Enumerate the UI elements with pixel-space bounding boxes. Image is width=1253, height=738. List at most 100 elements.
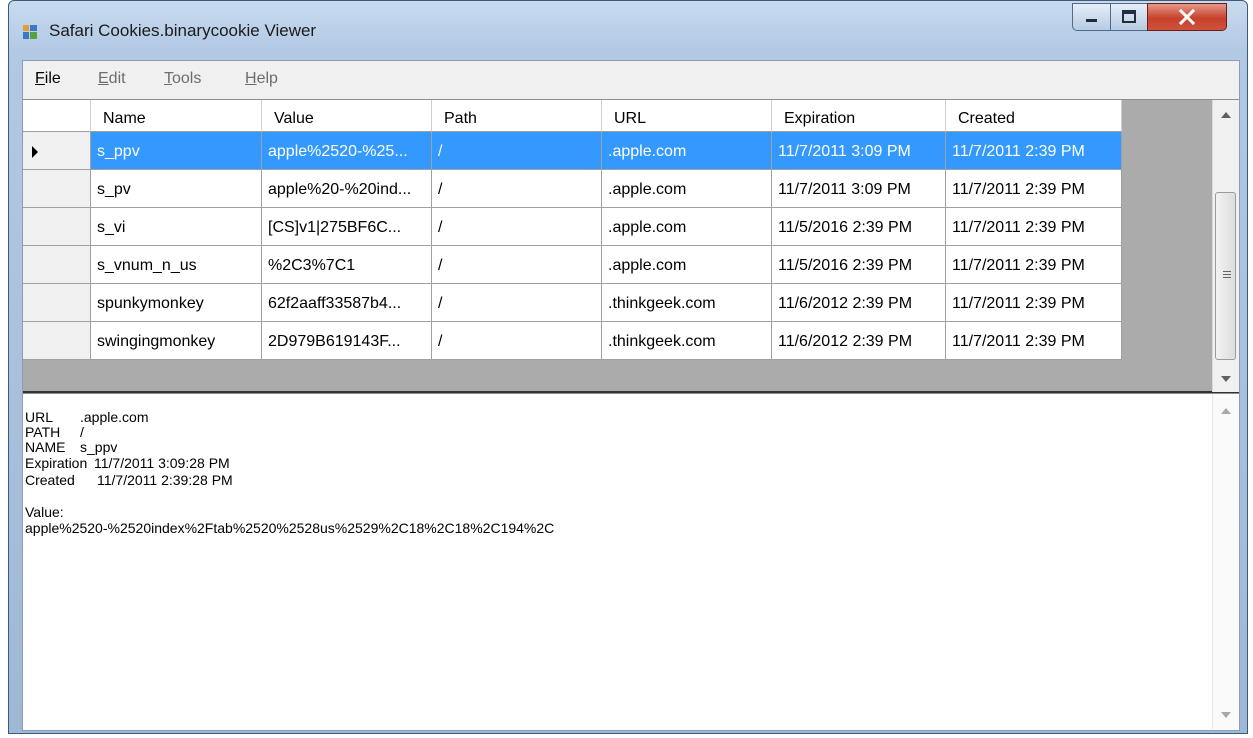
client-area: File Edit Tools Help Name Value Path URL… <box>22 60 1240 731</box>
maximize-button[interactable] <box>1110 3 1148 31</box>
close-button[interactable] <box>1147 3 1227 31</box>
row-selector[interactable] <box>23 246 91 284</box>
menu-file-mnemonic: F <box>35 70 45 87</box>
cell-value[interactable]: 2D979B619143F... <box>262 322 432 360</box>
scroll-down-icon[interactable] <box>1221 712 1231 718</box>
table-row[interactable]: swingingmonkey 2D979B619143F... / .think… <box>23 322 1122 360</box>
cell-expiration[interactable]: 11/5/2016 2:39 PM <box>772 246 946 284</box>
cell-name[interactable]: swingingmonkey <box>91 322 262 360</box>
detail-value-text: apple%2520-%2520index%2Ftab%2520%2528us%… <box>25 520 555 536</box>
scroll-down-icon[interactable] <box>1221 376 1231 382</box>
column-header-expiration[interactable]: Expiration <box>772 100 946 132</box>
cell-value[interactable]: %2C3%7C1 <box>262 246 432 284</box>
title-bar[interactable]: Safari Cookies.binarycookie Viewer <box>9 1 1247 57</box>
row-selector-arrow-icon <box>32 146 38 158</box>
table-row[interactable]: s_pv apple%20-%20ind... / .apple.com 11/… <box>23 170 1122 208</box>
cell-name[interactable]: s_vnum_n_us <box>91 246 262 284</box>
cookie-detail-text[interactable]: URL .apple.com PATH / NAME s_ppv Expirat… <box>23 393 1239 730</box>
detail-expiration-value: 11/7/2011 3:09:28 PM <box>94 455 230 471</box>
detail-vertical-scrollbar[interactable] <box>1212 394 1239 729</box>
row-selector[interactable] <box>23 132 91 170</box>
cell-created[interactable]: 11/7/2011 2:39 PM <box>946 170 1122 208</box>
column-header-value[interactable]: Value <box>262 100 432 132</box>
cell-expiration[interactable]: 11/6/2012 2:39 PM <box>772 322 946 360</box>
menu-tools-label: ools <box>172 70 202 87</box>
menu-help-mnemonic: H <box>245 70 257 87</box>
cell-value[interactable]: apple%2520-%25... <box>262 132 432 170</box>
scroll-up-icon[interactable] <box>1221 112 1231 118</box>
app-window: Safari Cookies.binarycookie Viewer File … <box>8 0 1248 734</box>
menu-tools[interactable]: Tools <box>164 70 201 88</box>
row-selector[interactable] <box>23 322 91 360</box>
cell-expiration[interactable]: 11/6/2012 2:39 PM <box>772 284 946 322</box>
menu-help[interactable]: Help <box>245 70 278 88</box>
cookie-grid: Name Value Path URL Expiration Created s… <box>23 99 1239 393</box>
detail-path-value: / <box>80 424 84 440</box>
cell-url[interactable]: .thinkgeek.com <box>602 284 772 322</box>
table-row[interactable]: s_vi [CS]v1|275BF6C... / .apple.com 11/5… <box>23 208 1122 246</box>
cell-created[interactable]: 11/7/2011 2:39 PM <box>946 208 1122 246</box>
cell-path[interactable]: / <box>432 208 602 246</box>
row-selector[interactable] <box>23 284 91 322</box>
minimize-icon <box>1086 19 1097 22</box>
cell-value[interactable]: [CS]v1|275BF6C... <box>262 208 432 246</box>
cell-name[interactable]: spunkymonkey <box>91 284 262 322</box>
cell-url[interactable]: .apple.com <box>602 170 772 208</box>
scroll-grip-icon <box>1223 274 1231 275</box>
cell-path[interactable]: / <box>432 284 602 322</box>
detail-url-label: URL <box>25 409 54 425</box>
cell-expiration[interactable]: 11/7/2011 3:09 PM <box>772 170 946 208</box>
column-header-url[interactable]: URL <box>602 100 772 132</box>
menu-file-label: ile <box>44 70 61 87</box>
detail-path-label: PATH <box>25 424 61 440</box>
cell-url[interactable]: .apple.com <box>602 132 772 170</box>
cell-expiration[interactable]: 11/7/2011 3:09 PM <box>772 132 946 170</box>
menu-help-label: elp <box>256 70 278 87</box>
detail-expiration-label: Expiration <box>25 455 88 471</box>
cell-value[interactable]: 62f2aaff33587b4... <box>262 284 432 322</box>
cell-created[interactable]: 11/7/2011 2:39 PM <box>946 246 1122 284</box>
menu-edit[interactable]: Edit <box>98 70 126 88</box>
cell-value[interactable]: apple%20-%20ind... <box>262 170 432 208</box>
cell-expiration[interactable]: 11/5/2016 2:39 PM <box>772 208 946 246</box>
cell-created[interactable]: 11/7/2011 2:39 PM <box>946 322 1122 360</box>
cell-name[interactable]: s_vi <box>91 208 262 246</box>
scroll-grip-icon <box>1223 271 1231 272</box>
cell-created[interactable]: 11/7/2011 2:39 PM <box>946 284 1122 322</box>
menu-file[interactable]: File <box>35 70 61 88</box>
cell-url[interactable]: .apple.com <box>602 246 772 284</box>
table-row[interactable]: s_ppv apple%2520-%25... / .apple.com 11/… <box>23 132 1122 170</box>
row-selector[interactable] <box>23 170 91 208</box>
grid-vertical-scrollbar[interactable] <box>1212 100 1239 392</box>
column-header-path[interactable]: Path <box>432 100 602 132</box>
menu-edit-label: dit <box>108 70 126 87</box>
table-row[interactable]: s_vnum_n_us %2C3%7C1 / .apple.com 11/5/2… <box>23 246 1122 284</box>
minimize-button[interactable] <box>1072 3 1111 31</box>
row-header-corner <box>23 100 91 132</box>
scroll-grip-icon <box>1223 277 1231 278</box>
menu-bar: File Edit Tools Help <box>23 61 1239 99</box>
scroll-up-icon[interactable] <box>1221 408 1231 414</box>
cell-path[interactable]: / <box>432 170 602 208</box>
cell-path[interactable]: / <box>432 132 602 170</box>
menu-tools-mnemonic: T <box>164 70 172 87</box>
cell-name[interactable]: s_ppv <box>91 132 262 170</box>
grid-scroll-thumb[interactable] <box>1215 192 1236 360</box>
column-header-name[interactable]: Name <box>91 100 262 132</box>
detail-name-value: s_ppv <box>80 439 118 455</box>
grid-header-row: Name Value Path URL Expiration Created <box>23 100 1122 132</box>
detail-created-label: Created <box>25 472 75 488</box>
row-selector[interactable] <box>23 208 91 246</box>
cell-url[interactable]: .thinkgeek.com <box>602 322 772 360</box>
menu-edit-mnemonic: E <box>98 70 109 87</box>
maximize-icon <box>1122 10 1136 23</box>
cell-path[interactable]: / <box>432 246 602 284</box>
cell-url[interactable]: .apple.com <box>602 208 772 246</box>
detail-created-value: 11/7/2011 2:39:28 PM <box>97 472 233 488</box>
table-row[interactable]: spunkymonkey 62f2aaff33587b4... / .think… <box>23 284 1122 322</box>
cell-name[interactable]: s_pv <box>91 170 262 208</box>
column-header-created[interactable]: Created <box>946 100 1122 132</box>
cell-path[interactable]: / <box>432 322 602 360</box>
cell-created[interactable]: 11/7/2011 2:39 PM <box>946 132 1122 170</box>
detail-url-value: .apple.com <box>80 409 149 425</box>
